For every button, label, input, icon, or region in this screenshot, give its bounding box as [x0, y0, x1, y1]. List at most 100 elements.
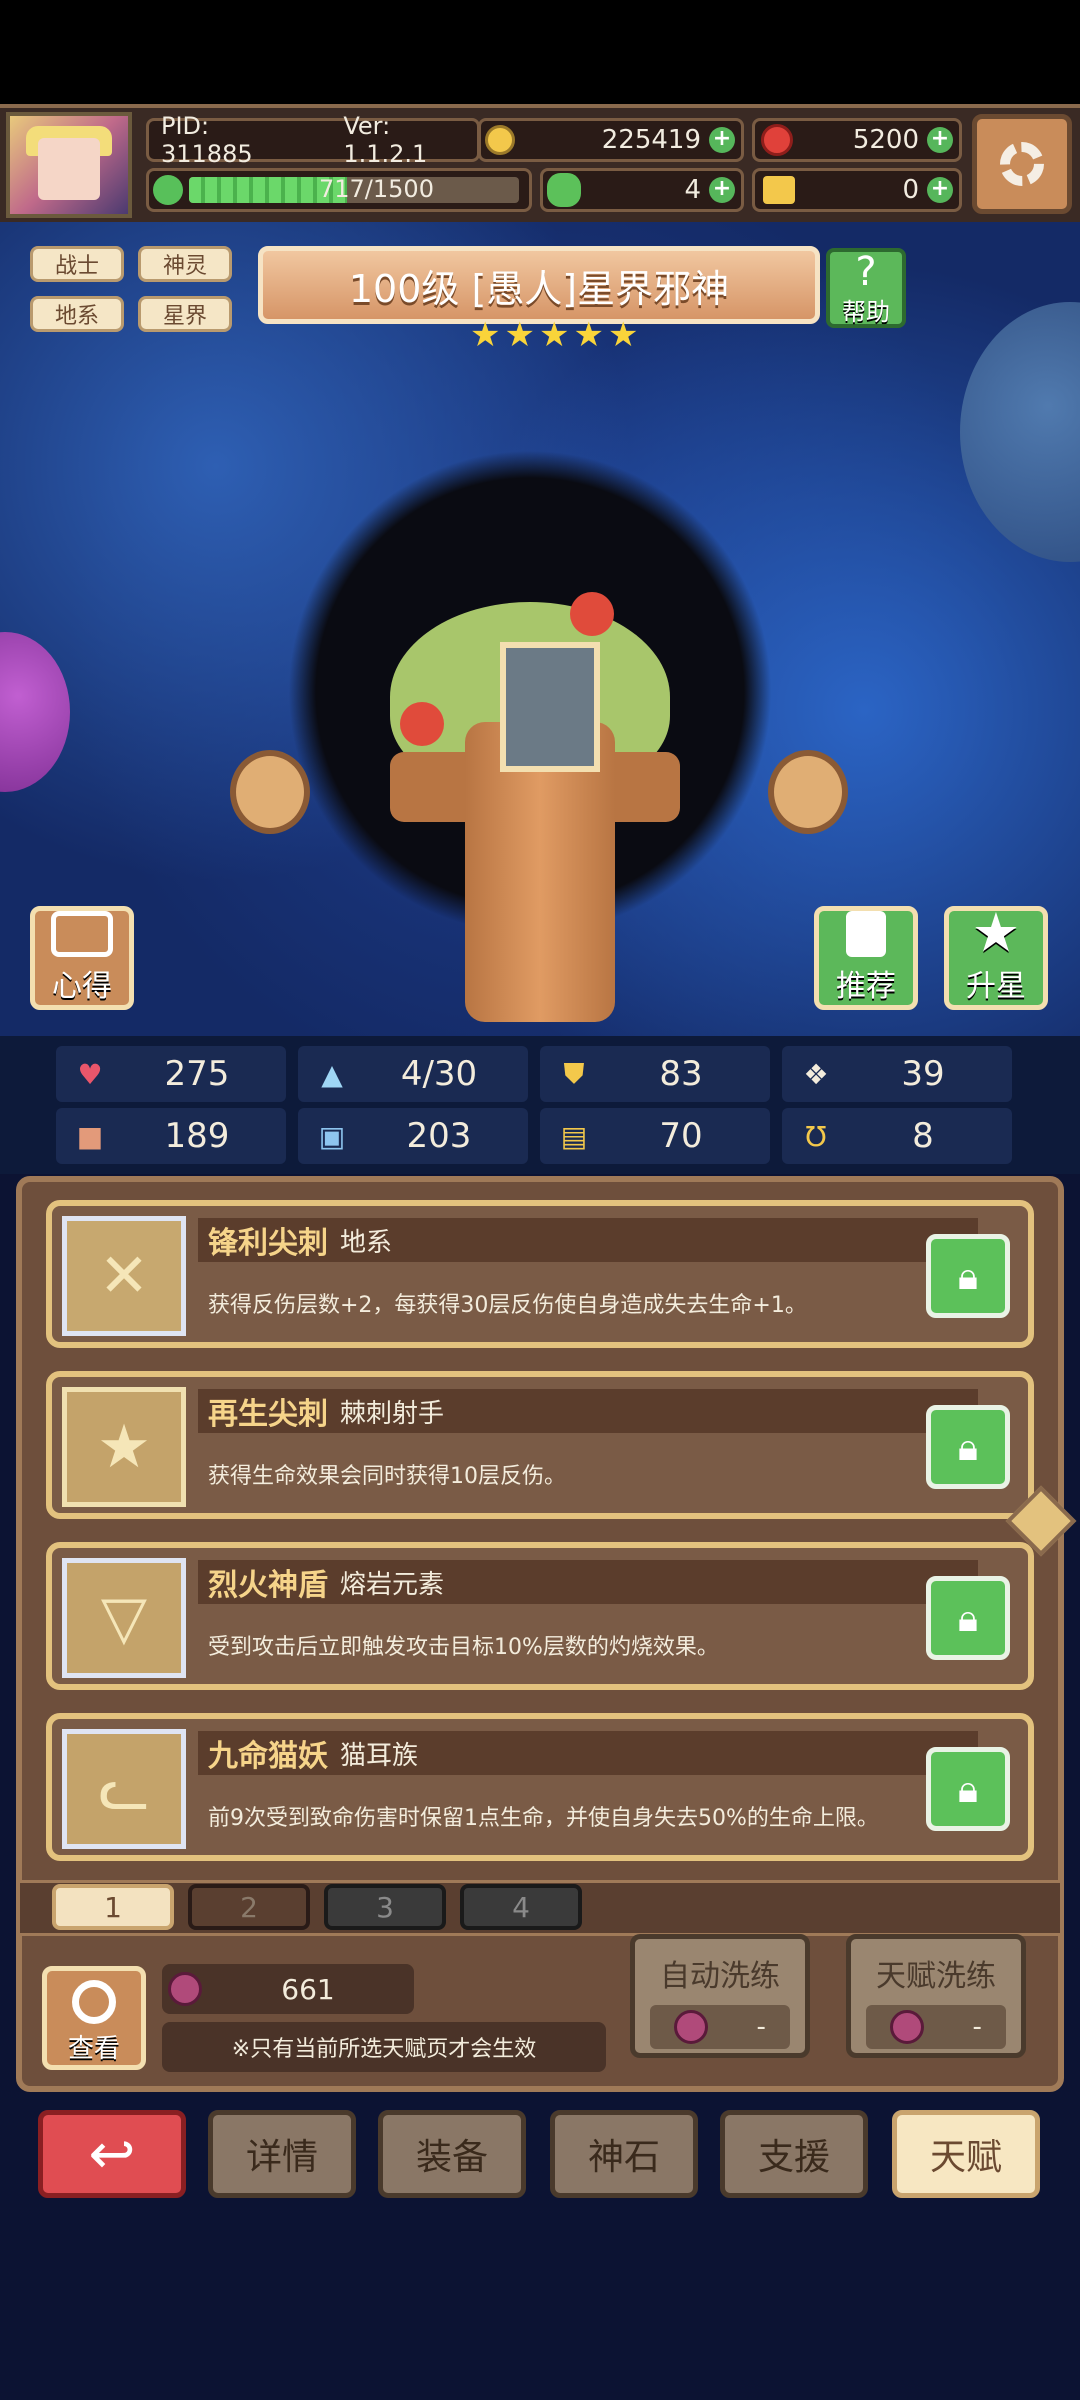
- horseshoe-icon: Ʊ: [805, 1119, 827, 1153]
- player-avatar[interactable]: [6, 112, 132, 218]
- gear-icon: [1000, 142, 1044, 186]
- talent-tag: 棘刺射手: [340, 1398, 445, 1429]
- stat-attack: ■ 189: [56, 1108, 286, 1164]
- talent-name: 九命猫妖: [208, 1739, 328, 1774]
- auto-wash-cost-value: -: [756, 2012, 766, 2042]
- nav-god-stone[interactable]: 神石: [550, 2110, 698, 2198]
- talent-name: 再生尖刺: [208, 1397, 328, 1432]
- stat-speed-value: 39: [901, 1054, 945, 1094]
- gold-coin-icon: [485, 125, 515, 155]
- stat-mana: ▲ 4/30: [298, 1046, 528, 1102]
- clover-icon: [547, 173, 581, 207]
- talent-wash-cost-value: -: [972, 2012, 982, 2042]
- tab-page-1[interactable]: 1: [52, 1884, 174, 1930]
- return-arrow-icon: ↩: [88, 2121, 136, 2187]
- help-button[interactable]: ? 帮助: [826, 248, 906, 328]
- gem-plus-button[interactable]: +: [927, 127, 953, 153]
- insight-button[interactable]: 心得: [30, 906, 134, 1010]
- view-button[interactable]: 查看: [42, 1966, 146, 2070]
- gem-value: 5200: [852, 125, 919, 155]
- auto-wash-button[interactable]: 自动洗练 -: [630, 1934, 810, 2058]
- talent-name: 烈火神盾: [208, 1568, 328, 1603]
- key-value: 0: [902, 175, 919, 205]
- talent-description: 获得反伤层数+2，每获得30层反伤使自身造成失去生命+1。: [208, 1293, 807, 1318]
- clover-value: 4: [684, 175, 701, 205]
- stat-hp: ♥ 275: [56, 1046, 286, 1102]
- hero-star-rating: ★ ★ ★ ★ ★: [470, 318, 638, 352]
- resource-hud: PID: 311885 Ver: 1.1.2.1 225419 + 5200 +…: [0, 104, 1080, 226]
- tag-astral: 星界: [138, 296, 232, 332]
- stat-armor: ⛊ 83: [540, 1046, 770, 1102]
- key-icon: [763, 176, 795, 204]
- upstar-button[interactable]: ★ 升星: [944, 906, 1048, 1010]
- talent-wash-button[interactable]: 天赋洗练 -: [846, 1934, 1026, 2058]
- purple-planet: [0, 632, 70, 792]
- left-shield-icon: [230, 750, 310, 834]
- clover-plus-button[interactable]: +: [709, 177, 735, 203]
- exp-value: 717/1500: [319, 177, 434, 203]
- key-counter: 0 +: [752, 168, 962, 212]
- nav-equipment[interactable]: 装备: [378, 2110, 526, 2198]
- right-shield-icon: [768, 750, 848, 834]
- talent-wash-cost: -: [866, 2005, 1006, 2049]
- version-text: Ver: 1.1.2.1: [343, 112, 428, 168]
- stat-crit: Ʊ 8: [782, 1108, 1012, 1164]
- stat-magic-value: 203: [406, 1116, 472, 1156]
- stat-speed: ❖ 39: [782, 1046, 1012, 1102]
- shield-icon: ⛊: [563, 1057, 585, 1090]
- active-page-note: ※只有当前所选天赋页才会生效: [162, 2022, 606, 2072]
- question-icon: ?: [855, 249, 877, 295]
- tag-warrior: 战士: [30, 246, 124, 282]
- talent-card[interactable]: ★ 再生尖刺 棘刺射手 获得生命效果会同时获得10层反伤。 🔒︎: [46, 1371, 1034, 1519]
- talent-description: 前9次受到致命伤害时保留1点生命，并使自身失去50%的生命上限。: [208, 1806, 879, 1831]
- nav-support[interactable]: 支援: [720, 2110, 868, 2198]
- stat-item: ▤ 70: [540, 1108, 770, 1164]
- berry-icon: [674, 2010, 709, 2044]
- exp-track: 717/1500: [189, 177, 519, 203]
- gold-value: 225419: [601, 125, 701, 155]
- stat-armor-value: 83: [659, 1054, 703, 1094]
- clover-counter: 4 +: [540, 168, 744, 212]
- crossed-swords-icon: ✕: [62, 1216, 186, 1336]
- talent-namebar: 再生尖刺 棘刺射手: [198, 1389, 978, 1433]
- auto-wash-label: 自动洗练: [660, 1959, 780, 1994]
- talent-name: 锋利尖刺: [208, 1226, 328, 1261]
- nav-details[interactable]: 详情: [208, 2110, 356, 2198]
- view-label: 查看: [67, 2034, 120, 2064]
- key-plus-button[interactable]: +: [927, 177, 953, 203]
- gem-icon: [761, 124, 793, 156]
- stat-item-value: 70: [659, 1116, 703, 1156]
- hero-title: 100级 [愚人]星界邪神: [348, 266, 730, 311]
- gold-plus-button[interactable]: +: [709, 127, 735, 153]
- tab-page-4[interactable]: 4: [460, 1884, 582, 1930]
- berry-icon: [168, 1972, 202, 2006]
- talent-wash-label: 天赋洗练: [876, 1959, 996, 1994]
- stat-crit-value: 8: [912, 1116, 934, 1156]
- recommend-button[interactable]: 推荐: [814, 906, 918, 1010]
- stats-panel: ♥ 275 ▲ 4/30 ⛊ 83 ❖ 39 ■ 189 ▣ 203 ▤ 70 …: [0, 1036, 1080, 1174]
- star-icon: ★: [470, 315, 501, 355]
- star-icon: ★: [538, 315, 570, 355]
- tag-deity: 神灵: [138, 246, 232, 282]
- talent-card[interactable]: ▽ 烈火神盾 熔岩元素 受到攻击后立即触发攻击目标10%层数的灼烧效果。 🔒︎: [46, 1542, 1034, 1690]
- tab-page-3[interactable]: 3: [324, 1884, 446, 1930]
- lock-icon[interactable]: 🔒︎: [926, 1747, 1010, 1831]
- blue-planet: [960, 302, 1080, 562]
- hero-sprite[interactable]: [350, 592, 710, 1032]
- auto-wash-cost: -: [650, 2005, 790, 2049]
- lock-icon[interactable]: 🔒︎: [926, 1405, 1010, 1489]
- lock-icon[interactable]: 🔒︎: [926, 1234, 1010, 1318]
- nav-talent[interactable]: 天赋: [892, 2110, 1040, 2198]
- settings-button[interactable]: [972, 114, 1072, 214]
- talent-tag: 猫耳族: [340, 1740, 419, 1771]
- thumbs-up-icon: [846, 911, 886, 957]
- star-icon: ★: [504, 315, 535, 355]
- talent-card[interactable]: ᓚ 九命猫妖 猫耳族 前9次受到致命伤害时保留1点生命，并使自身失去50%的生命…: [46, 1713, 1034, 1861]
- star-icon: ★: [573, 315, 604, 355]
- help-label: 帮助: [842, 298, 890, 326]
- tab-page-2[interactable]: 2: [188, 1884, 310, 1930]
- back-button[interactable]: ↩: [38, 2110, 186, 2198]
- lock-icon[interactable]: 🔒︎: [926, 1576, 1010, 1660]
- talent-card[interactable]: ✕ 锋利尖刺 地系 获得反伤层数+2，每获得30层反伤使自身造成失去生命+1。 …: [46, 1200, 1034, 1348]
- stat-attack-value: 189: [164, 1116, 230, 1156]
